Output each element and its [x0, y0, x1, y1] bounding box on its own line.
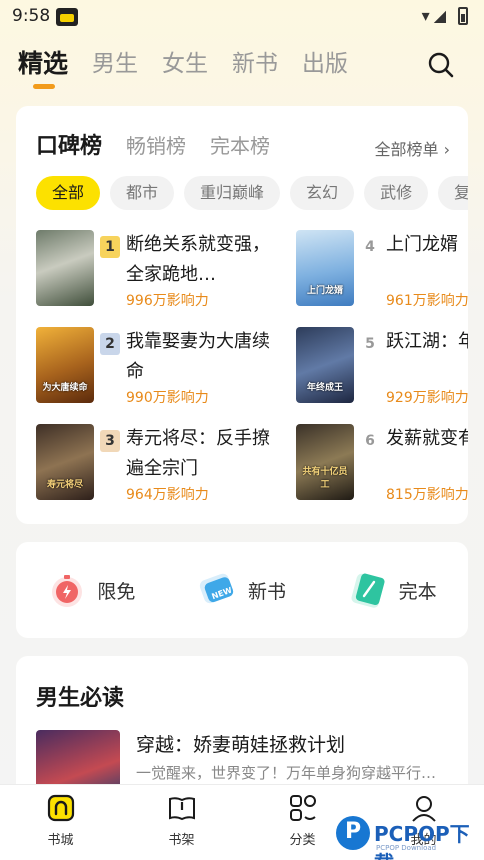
bookstore-icon [47, 794, 74, 822]
rank-badge: 3 [100, 430, 120, 452]
stopwatch-icon [52, 575, 83, 607]
signal-icons: ▾◢ [421, 6, 450, 25]
chip-wuxiu[interactable]: 武修 [364, 176, 429, 210]
nav-label: 分类 [289, 833, 316, 848]
book-title: 断绝关系就变强，全家跪地… [126, 234, 270, 285]
book-title: 我靠娶妻为大唐续命 [126, 331, 270, 382]
rank-badge: 5 [365, 336, 375, 352]
book-cover: 为大唐续命 [36, 327, 94, 403]
tab-female[interactable]: 女生 [162, 46, 208, 86]
book-impact: 996万影响力 [126, 293, 209, 309]
book-impact: 929万影响力 [386, 390, 468, 406]
nav-label: 书城 [47, 833, 74, 848]
ranking-book-grid: 1 断绝关系就变强，全家跪地… 996万影响力 为大唐续命 2 我靠娶妻为大唐续… [36, 230, 468, 510]
tab-wanben[interactable]: 完本榜 [210, 130, 270, 159]
book-item[interactable]: 上门龙婿 4 上门龙婿 961万影响力 [296, 230, 468, 310]
section-title: 男生必读 [36, 686, 125, 711]
book-cover: 寿元将尽 [36, 424, 94, 500]
watermark-text: PCPOP下载 [374, 822, 470, 860]
tab-koubei[interactable]: 口碑榜 [36, 128, 102, 160]
chip-more[interactable]: 复 [438, 176, 468, 210]
book-title[interactable]: 穿越：娇妻萌娃拯救计划 [136, 730, 345, 757]
chip-fantasy[interactable]: 玄幻 [290, 176, 355, 210]
rank-badge: 6 [365, 433, 375, 449]
chip-urban[interactable]: 都市 [110, 176, 175, 210]
notification-icon [56, 8, 78, 26]
book-impact: 990万影响力 [126, 390, 209, 406]
tab-jingxuan[interactable]: 精选 [18, 46, 68, 89]
pcpop-logo-icon [336, 816, 370, 850]
book-item[interactable]: 寿元将尽 3 寿元将尽：反手撩遍全宗门 964万影响力 [36, 424, 296, 504]
watermark-logo: PCPOP下载 PCPOP Download [334, 812, 484, 860]
book-title: 跃江湖：年终成王 [386, 331, 468, 352]
tab-changxiao[interactable]: 畅销榜 [126, 130, 186, 159]
book-impact: 961万影响力 [386, 293, 468, 309]
entry-new-books-label: 新书 [248, 580, 287, 603]
quick-entries-card: 限免 NEW 新书 完本 [16, 542, 468, 638]
book-title: 发薪就变有十亿员 [386, 428, 468, 449]
nav-bookstore[interactable]: 书城 [0, 785, 121, 860]
tab-male[interactable]: 男生 [92, 46, 138, 86]
tab-publish[interactable]: 出版 [302, 46, 348, 86]
book-item[interactable]: 年终成王 5 跃江湖：年终成王 929万影响力 [296, 327, 468, 407]
tab-new-books[interactable]: 新书 [232, 46, 278, 86]
book-item[interactable]: 为大唐续命 2 我靠娶妻为大唐续命 990万影响力 [36, 327, 296, 407]
category-chips: 全部 都市 重归巅峰 玄幻 武修 复 [36, 176, 468, 212]
status-bar: 9:58 ▾◢ [0, 0, 484, 32]
search-icon[interactable] [426, 50, 456, 80]
must-read-card: 男生必读 穿越：娇妻萌娃拯救计划 一觉醒来，世界变了！万年单身狗穿越平行… [16, 656, 468, 796]
chip-all[interactable]: 全部 [36, 176, 101, 210]
entry-complete[interactable]: 完本 [317, 542, 468, 638]
entry-complete-label: 完本 [398, 580, 437, 603]
book-title: 寿元将尽：反手撩遍全宗门 [126, 428, 270, 479]
nav-bookshelf[interactable]: 书架 [121, 785, 242, 860]
category-icon [289, 795, 316, 821]
rank-badge: 2 [100, 333, 120, 355]
battery-icon [458, 7, 468, 25]
chip-peak[interactable]: 重归巅峰 [184, 176, 281, 210]
ranking-card: 口碑榜 畅销榜 完本榜 全部榜单 › 全部 都市 重归巅峰 玄幻 武修 复 1 … [16, 106, 468, 524]
book-description: 一觉醒来，世界变了！万年单身狗穿越平行… [136, 764, 437, 782]
nav-label: 书架 [168, 833, 195, 848]
watermark-subtext: PCPOP Download [376, 844, 437, 852]
book-cover: 上门龙婿 [296, 230, 354, 306]
book-cover: 共有十亿员工 [296, 424, 354, 500]
book-impact: 964万影响力 [126, 487, 209, 503]
top-tabs: 精选 男生 女生 新书 出版 [18, 46, 348, 90]
entry-new-books[interactable]: NEW 新书 [167, 542, 318, 638]
book-complete-icon [351, 573, 385, 608]
status-time: 9:58 [12, 6, 51, 26]
new-tag-icon: NEW [199, 573, 233, 604]
book-impact: 815万影响力 [386, 487, 468, 503]
book-item[interactable]: 1 断绝关系就变强，全家跪地… 996万影响力 [36, 230, 296, 310]
ranking-tabs: 口碑榜 畅销榜 完本榜 [36, 128, 270, 160]
entry-free[interactable]: 限免 [16, 542, 167, 638]
entry-free-label: 限免 [97, 580, 136, 603]
book-cover: 年终成王 [296, 327, 354, 403]
book-cover [36, 230, 94, 306]
all-lists-link[interactable]: 全部榜单 › [375, 136, 451, 160]
rank-badge: 4 [365, 239, 375, 255]
bookshelf-icon [168, 797, 195, 821]
rank-badge: 1 [100, 236, 120, 258]
book-title: 上门龙婿 [386, 234, 458, 255]
book-item[interactable]: 共有十亿员工 6 发薪就变有十亿员 815万影响力 [296, 424, 468, 504]
